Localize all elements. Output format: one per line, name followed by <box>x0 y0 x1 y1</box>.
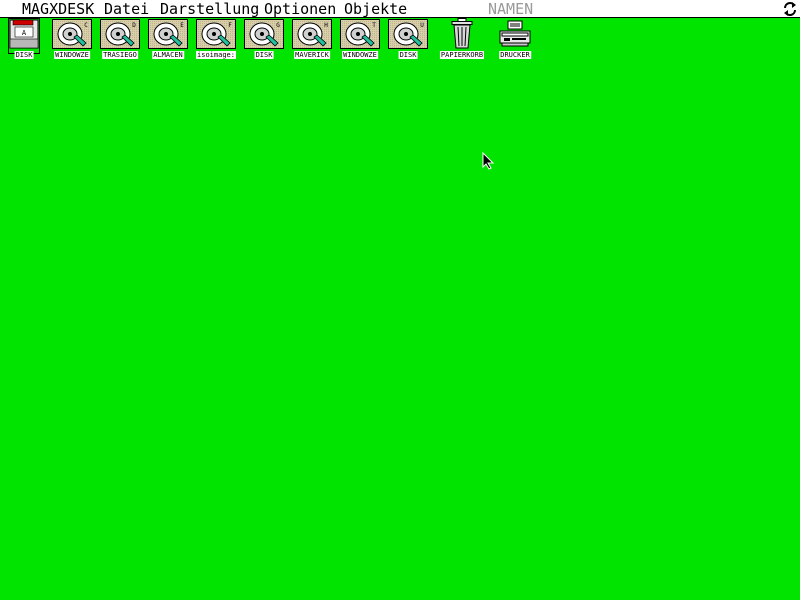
svg-text:C: C <box>84 22 88 29</box>
desktop-icon-harddisk-t[interactable]: T WINDOWZE <box>336 18 384 59</box>
menu-darstellung[interactable]: Darstellung <box>160 0 259 18</box>
menu-namen-disabled: NAMEN <box>488 0 534 18</box>
trash-can-icon <box>451 18 473 53</box>
desktop-icon-label: DRUCKER <box>499 51 531 59</box>
desktop-icon-label: DISK <box>254 51 274 59</box>
svg-text:F: F <box>228 22 232 29</box>
menu-optionen[interactable]: Optionen <box>264 0 336 18</box>
svg-text:G: G <box>276 22 280 29</box>
harddisk-icon: D <box>100 19 140 53</box>
desktop-icon-harddisk-f[interactable]: F isoimage: <box>192 18 240 59</box>
desktop-icon-floppy-a[interactable]: A DISK <box>0 18 48 59</box>
desktop-icon-row: A DISK C WINDOWZE D TRASIEGO E ALMACEN F… <box>0 18 540 59</box>
svg-text:E: E <box>180 22 184 29</box>
svg-text:D: D <box>132 22 136 29</box>
desktop-icon-harddisk-d[interactable]: D TRASIEGO <box>96 18 144 59</box>
desktop-icon-label: WINDOWZE <box>342 51 378 59</box>
desktop-icon-harddisk-e[interactable]: E ALMACEN <box>144 18 192 59</box>
menu-datei[interactable]: Datei <box>104 0 149 18</box>
desktop-icon-label: TRASIEGO <box>102 51 138 59</box>
harddisk-icon: H <box>292 19 332 53</box>
desktop-icon-printer[interactable]: DRUCKER <box>491 18 539 59</box>
harddisk-icon: E <box>148 19 188 53</box>
desktop-icon-label: isoimage: <box>196 51 236 59</box>
harddisk-icon: C <box>52 19 92 53</box>
menu-bar: MAGXDESK Datei Darstellung Optionen Obje… <box>0 0 800 18</box>
printer-icon <box>498 19 532 51</box>
harddisk-icon: U <box>388 19 428 53</box>
desktop-icon-harddisk-u[interactable]: U DISK <box>384 18 432 59</box>
mouse-pointer-icon <box>482 152 494 170</box>
desktop-icon-label: PAPIERKORB <box>439 51 485 59</box>
floppy-disk-icon: A <box>8 18 40 54</box>
harddisk-icon: T <box>340 19 380 53</box>
desktop-icon-harddisk-h[interactable]: H MAVERICK <box>288 18 336 59</box>
desktop-icon-trash[interactable]: PAPIERKORB <box>438 18 486 59</box>
refresh-icon[interactable] <box>782 1 798 17</box>
svg-text:H: H <box>324 22 328 29</box>
harddisk-icon: F <box>196 19 236 53</box>
desktop-icon-label: DISK <box>14 51 34 59</box>
menu-objekte[interactable]: Objekte <box>344 0 407 18</box>
desktop-icon-label: DISK <box>398 51 418 59</box>
desktop-icon-label: WINDOWZE <box>54 51 90 59</box>
desktop-icon-label: MAVERICK <box>294 51 330 59</box>
harddisk-icon: G <box>244 19 284 53</box>
desktop-icon-harddisk-c[interactable]: C WINDOWZE <box>48 18 96 59</box>
desktop-icon-label: ALMACEN <box>152 51 184 59</box>
menu-magxdesk[interactable]: MAGXDESK <box>22 0 94 18</box>
svg-text:U: U <box>420 22 424 29</box>
desktop-icon-harddisk-g[interactable]: G DISK <box>240 18 288 59</box>
svg-text:T: T <box>372 22 376 29</box>
